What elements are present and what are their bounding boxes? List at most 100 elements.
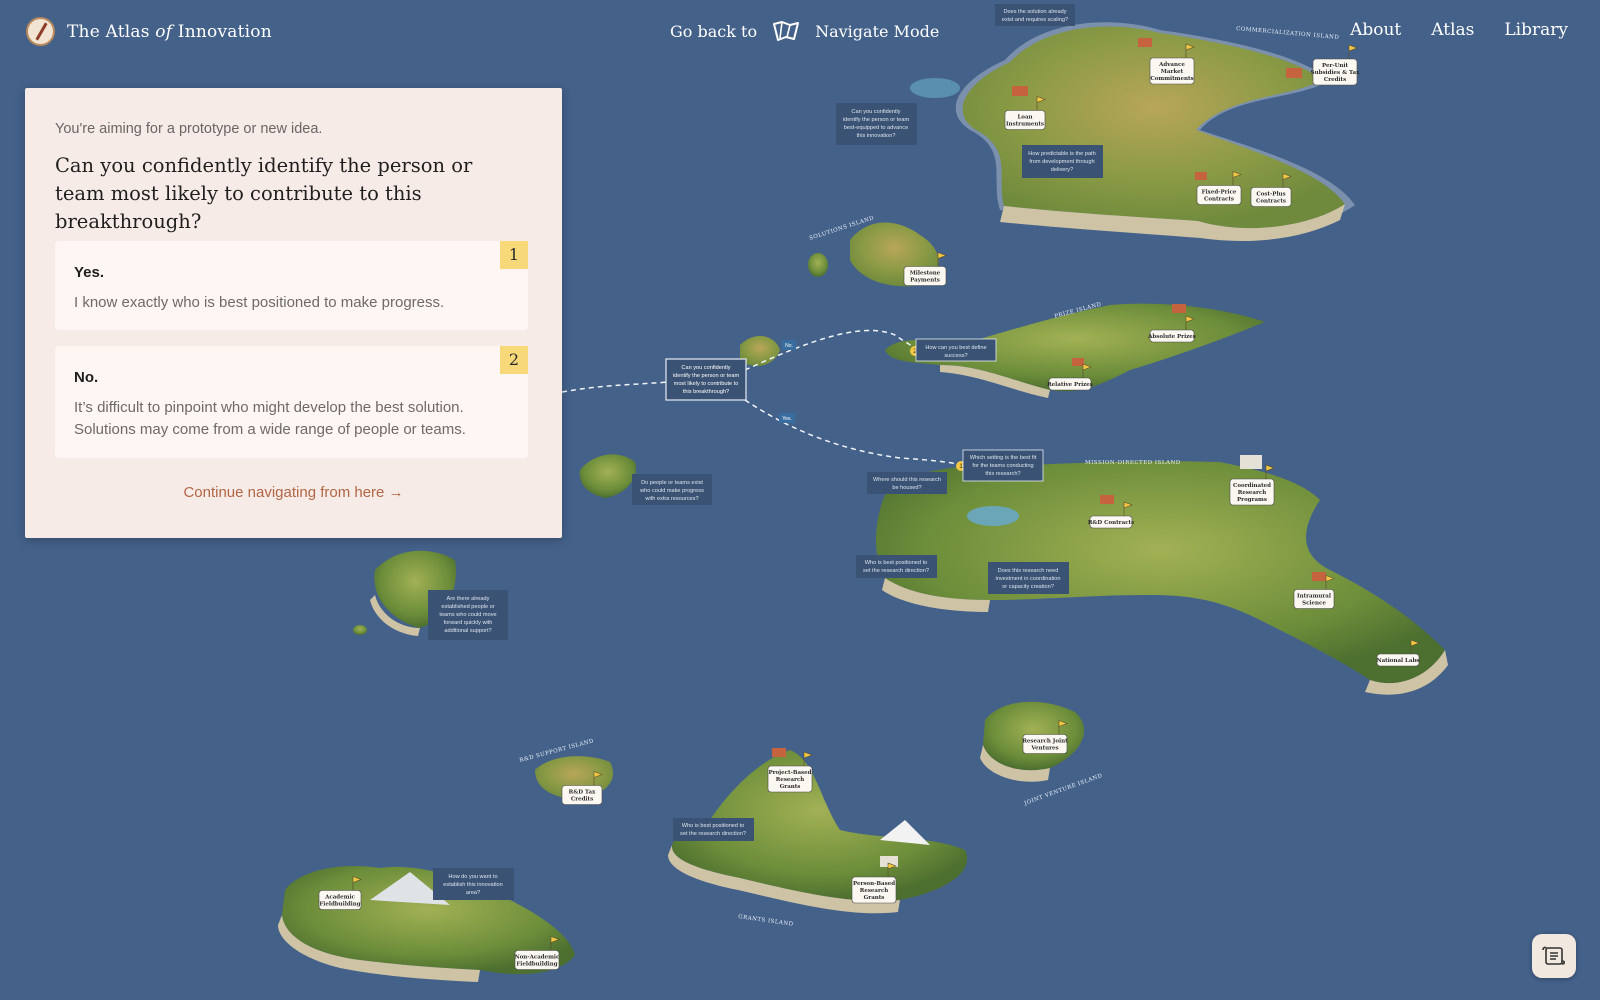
mission-directed-island[interactable] xyxy=(875,455,1448,695)
pin-label-text: Grants xyxy=(780,784,801,790)
svg-text:additional support?: additional support? xyxy=(444,628,491,634)
library-scroll-button[interactable] xyxy=(1532,934,1576,978)
nav-library[interactable]: Library xyxy=(1504,20,1568,40)
compass-logo-icon xyxy=(26,17,55,46)
island-name-grants: GRANTS ISLAND xyxy=(738,914,794,928)
go-back-label: Go back to xyxy=(670,21,758,41)
svg-text:set the research direction?: set the research direction? xyxy=(863,568,929,574)
question-title: Can you confidently identify the person … xyxy=(55,154,473,233)
question-coordination[interactable]: Does this research need investment in co… xyxy=(988,562,1069,594)
option-yes[interactable]: 1 Yes. I know exactly who is best positi… xyxy=(55,241,528,330)
pin-label-text: Relative Prizes xyxy=(1047,382,1093,388)
pin-label-text: Instruments xyxy=(1006,122,1044,128)
pin-label-text: Grants xyxy=(864,895,885,901)
pin-label-text: Science xyxy=(1302,601,1326,607)
option-description: I know exactly who is best positioned to… xyxy=(74,294,445,311)
question-card: You're aiming for a prototype or new ide… xyxy=(25,88,562,538)
continue-navigating-link[interactable]: Continue navigating from here → xyxy=(25,484,562,501)
pin-label-text: Coordinated xyxy=(1233,483,1271,489)
pin-label-text: Absolute Prizes xyxy=(1147,334,1196,340)
svg-text:forward quickly with: forward quickly with xyxy=(444,620,493,626)
question-best-equipped[interactable]: Can you confidently identify the person … xyxy=(836,103,917,145)
pin-label-text: Research xyxy=(860,888,888,894)
island-name-mission: MISSION-DIRECTED ISLAND xyxy=(1085,460,1181,466)
svg-text:Can you confidently: Can you confidently xyxy=(851,109,900,115)
brand[interactable]: The Atlas of Innovation xyxy=(26,17,272,46)
svg-text:this breakthrough?: this breakthrough? xyxy=(683,389,729,395)
pin-label-text: Fieldbuilding xyxy=(516,962,557,968)
small-island-extra-resources[interactable] xyxy=(579,454,636,498)
pin-label-text: Credits xyxy=(571,797,593,803)
svg-text:Do people or teams exist: Do people or teams exist xyxy=(641,480,703,486)
svg-text:No.: No. xyxy=(785,343,793,349)
pin-label-text: R&D Contracts xyxy=(1088,520,1134,526)
route-path-in xyxy=(561,381,669,393)
pin-label-text: Milestone xyxy=(910,271,941,277)
site-title[interactable]: The Atlas of Innovation xyxy=(67,22,272,42)
pin-label-text: Fieldbuilding xyxy=(319,902,360,908)
svg-text:Where should this research: Where should this research xyxy=(873,477,941,483)
pin-label-text: Loan xyxy=(1017,115,1032,121)
pin-label-text: Ventures xyxy=(1030,746,1058,752)
svg-text:from development through: from development through xyxy=(1029,159,1094,165)
question-established[interactable]: Are there already established people or … xyxy=(428,590,508,640)
question-direction-grants[interactable]: Who is best positioned to set the resear… xyxy=(673,818,754,841)
current-question-box[interactable]: Can you confidently identify the person … xyxy=(665,358,747,401)
question-direction-mission[interactable]: Who is best positioned to set the resear… xyxy=(856,555,937,578)
question-extra-resources[interactable]: Do people or teams exist who could make … xyxy=(632,474,712,505)
svg-text:delivery?: delivery? xyxy=(1051,167,1073,173)
top-navigation-bar: The Atlas of Innovation Go back to Navig… xyxy=(0,0,1600,64)
option-number-2: 2 xyxy=(500,346,528,374)
pin-label-text: Cost-Plus xyxy=(1256,192,1285,198)
branch-yes-tag: Yes. xyxy=(779,413,795,423)
svg-text:Yes.: Yes. xyxy=(782,416,792,422)
pin-label-text: R&D Tax xyxy=(569,790,596,796)
svg-text:success?: success? xyxy=(944,353,967,359)
scroll-icon xyxy=(1542,946,1566,965)
question-setting[interactable]: Which setting is the best fit for the te… xyxy=(962,449,1044,482)
svg-text:most likely to contribute to: most likely to contribute to xyxy=(674,381,739,387)
question-define-success[interactable]: How can you best define success? xyxy=(915,338,997,362)
pin-label-text: Research xyxy=(776,777,804,783)
route-path-yes xyxy=(744,399,963,466)
svg-text:be housed?: be housed? xyxy=(892,485,921,491)
nav-atlas[interactable]: Atlas xyxy=(1431,20,1474,40)
svg-text:this innovation?: this innovation? xyxy=(857,133,896,139)
svg-text:established people or: established people or xyxy=(441,604,494,610)
svg-text:teams who could move: teams who could move xyxy=(439,612,496,618)
navigate-mode-label: Navigate Mode xyxy=(815,21,940,41)
pin-label-text: National Labs xyxy=(1377,658,1420,664)
pin-label-text: Academic xyxy=(324,895,355,901)
pin-label-text: Commitments xyxy=(1150,76,1193,82)
pin-label-text: Payments xyxy=(910,278,940,284)
svg-text:Are there already: Are there already xyxy=(447,596,490,602)
option-title: No. xyxy=(74,369,99,386)
pin-label-text: Person-Based xyxy=(853,881,895,887)
svg-text:Does this research need: Does this research need xyxy=(998,568,1059,574)
svg-text:set the research direction?: set the research direction? xyxy=(680,831,746,837)
svg-text:area?: area? xyxy=(466,890,480,896)
branch-no-tag: No. xyxy=(782,340,796,350)
pin-label-text: Fixed-Price xyxy=(1202,190,1237,196)
nav-about[interactable]: About xyxy=(1350,20,1401,40)
pin-label-text: Programs xyxy=(1237,497,1267,503)
svg-text:establish this innovation: establish this innovation xyxy=(443,882,502,888)
svg-text:investment in coordination: investment in coordination xyxy=(996,576,1061,582)
pin-label-text: Research Joint xyxy=(1022,739,1068,745)
svg-text:identify the person or team: identify the person or team xyxy=(673,373,740,379)
pin-label-text: Project-Based xyxy=(768,770,811,776)
pin-label-text: Intramural xyxy=(1297,594,1331,600)
question-establish-area[interactable]: How do you want to establish this innova… xyxy=(433,868,514,900)
svg-text:Can you confidently: Can you confidently xyxy=(681,365,730,371)
svg-text:identify the person or team: identify the person or team xyxy=(843,117,910,123)
svg-text:with extra resources?: with extra resources? xyxy=(644,496,698,502)
svg-text:best-equipped to advance: best-equipped to advance xyxy=(844,125,908,131)
svg-text:How can you best define: How can you best define xyxy=(925,345,986,351)
option-no[interactable]: 2 No. It’s difficult to pinpoint who mig… xyxy=(55,346,528,458)
navigate-mode-link[interactable]: Go back to Navigate Mode xyxy=(670,20,939,42)
question-predictable[interactable]: How predictable is the path from develop… xyxy=(1022,145,1103,178)
question-housed[interactable]: Where should this research be housed? xyxy=(867,472,947,494)
question-context: You're aiming for a prototype or new ide… xyxy=(55,121,323,137)
svg-text:for the teams conducting: for the teams conducting xyxy=(972,463,1033,469)
pin-label-text: Research xyxy=(1238,490,1266,496)
